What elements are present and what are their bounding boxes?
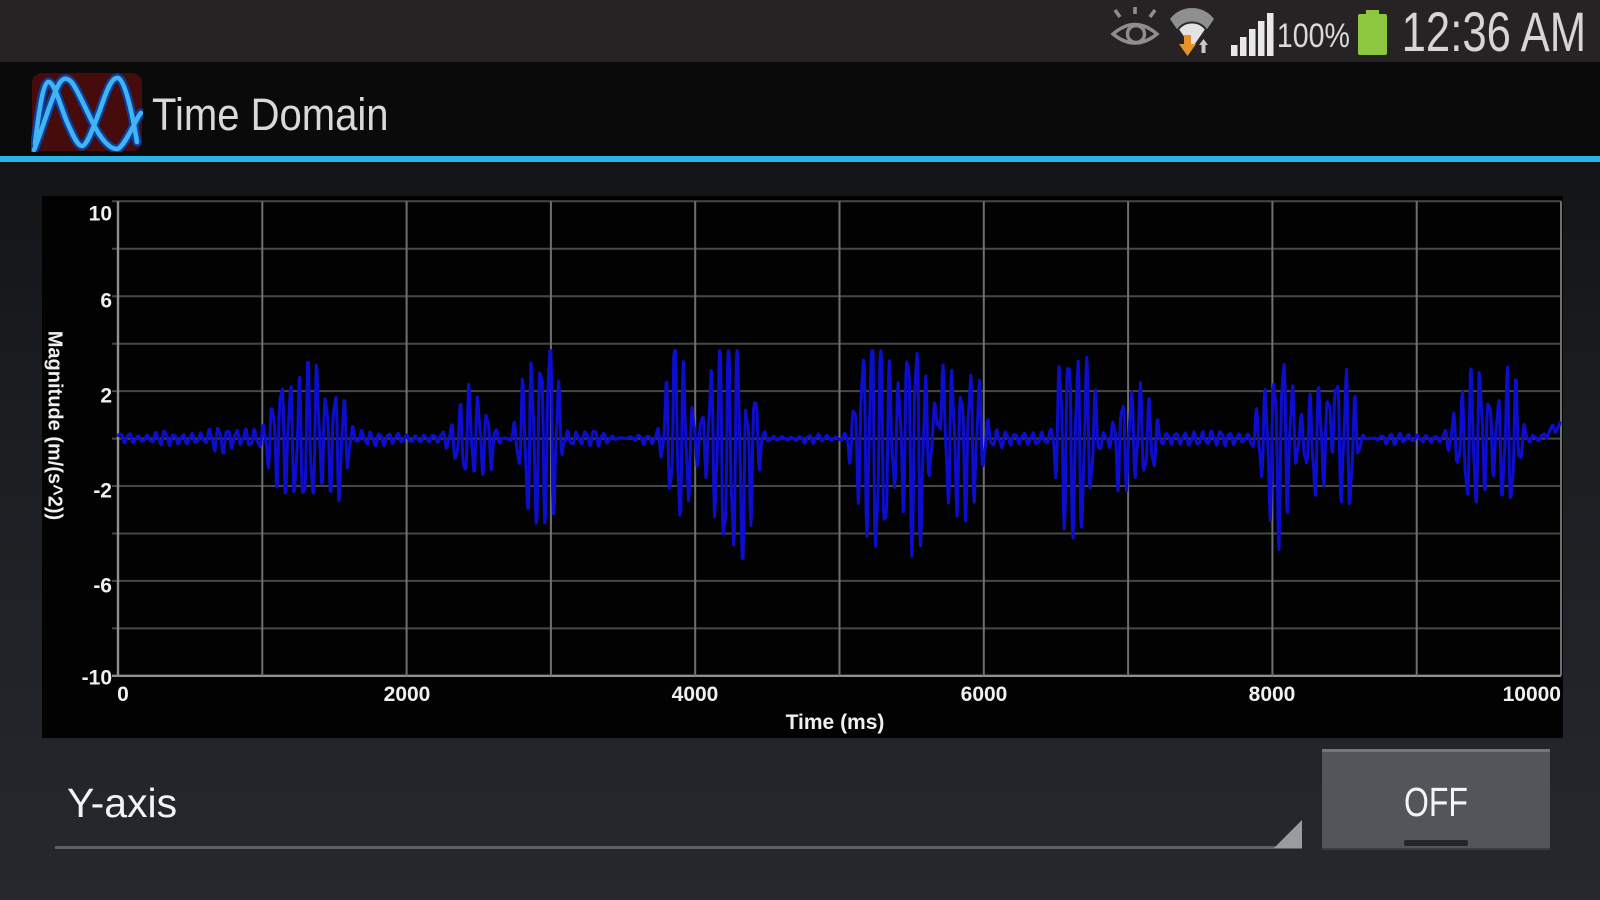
svg-text:-10: -10 xyxy=(82,667,112,690)
svg-text:2: 2 xyxy=(100,385,112,408)
svg-text:6: 6 xyxy=(100,290,112,313)
svg-text:-6: -6 xyxy=(93,575,112,598)
svg-text:10000: 10000 xyxy=(1503,683,1561,706)
svg-text:10: 10 xyxy=(89,203,112,226)
svg-text:0: 0 xyxy=(117,683,129,706)
svg-text:6000: 6000 xyxy=(961,683,1008,706)
svg-text:Y-axis: Y-axis xyxy=(67,780,177,826)
svg-text:2000: 2000 xyxy=(384,683,431,706)
svg-text:4000: 4000 xyxy=(672,683,719,706)
svg-text:-2: -2 xyxy=(93,480,112,503)
svg-text:8000: 8000 xyxy=(1249,683,1296,706)
svg-text:Time (ms): Time (ms) xyxy=(786,711,885,734)
svg-text:100%: 100% xyxy=(1277,17,1350,55)
svg-text:12:36 AM: 12:36 AM xyxy=(1402,1,1587,62)
svg-text:Time Domain: Time Domain xyxy=(152,90,389,141)
